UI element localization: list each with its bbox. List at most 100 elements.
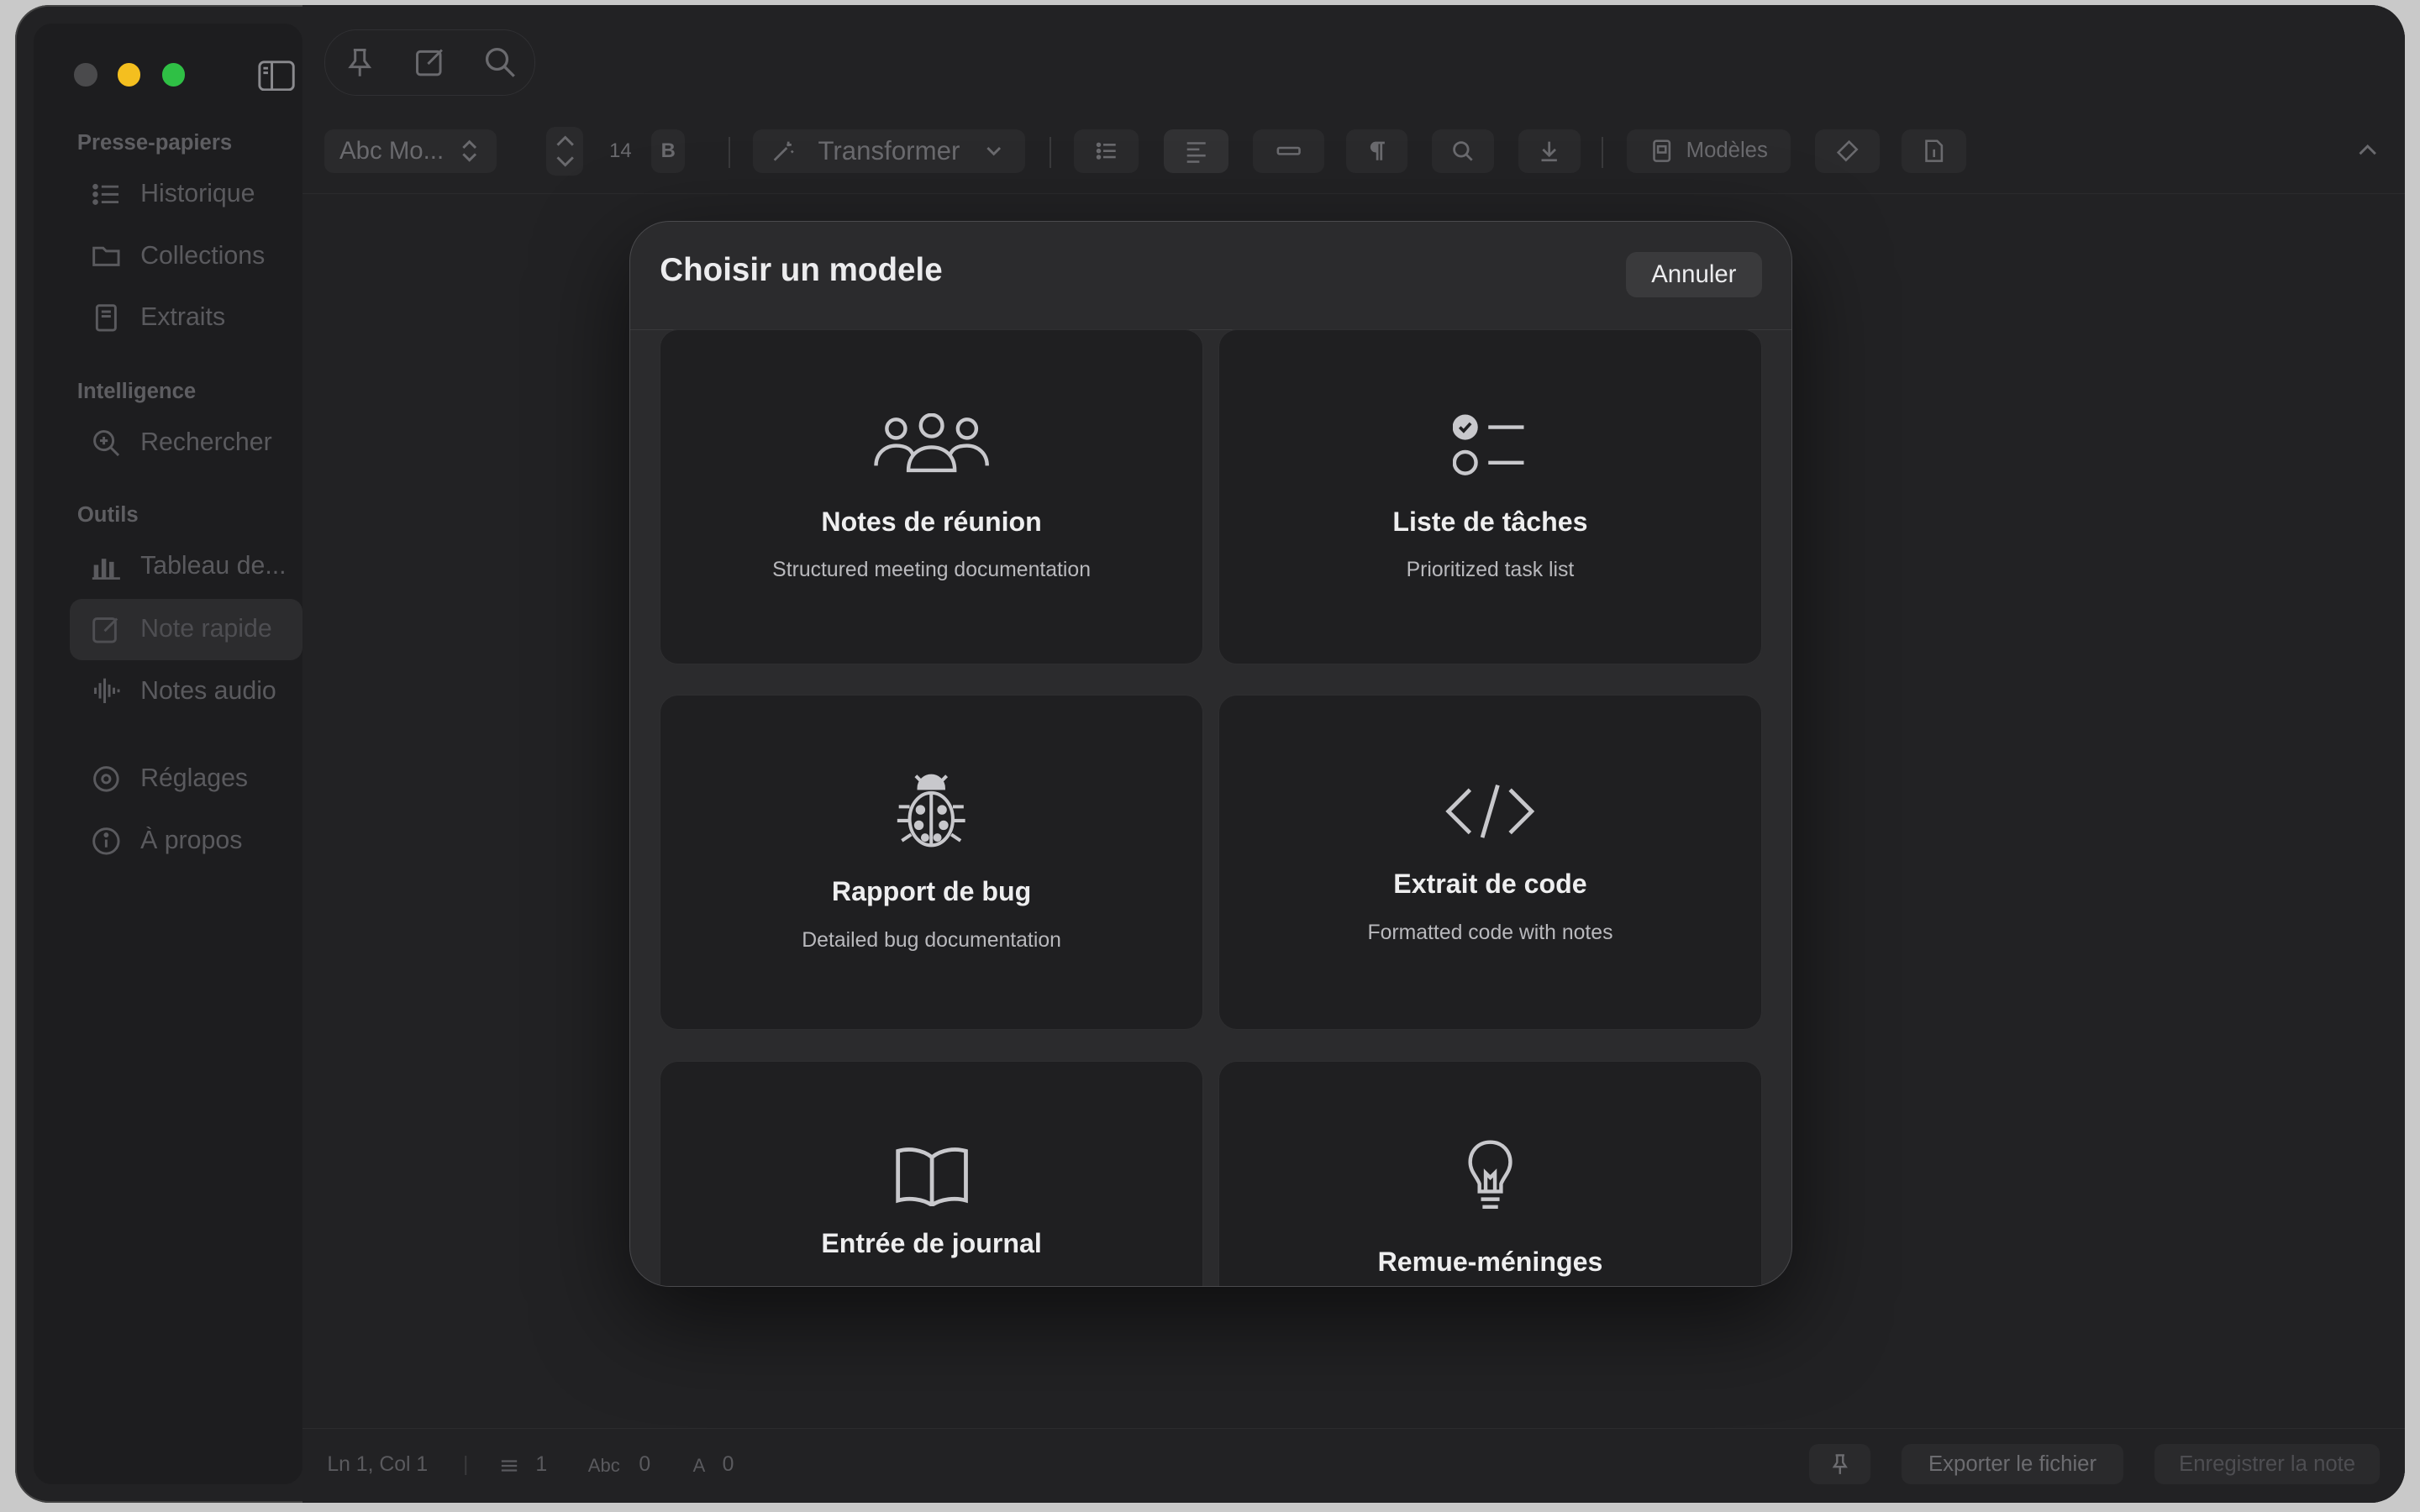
divider [1049,137,1051,169]
lines-icon [501,1460,518,1472]
status-bar: Ln 1, Col 1 | 1 Abc 0 A 0 Exporter le fi… [302,1427,2405,1503]
tag-icon [1836,140,1859,162]
document-icon [1924,139,1943,163]
horizontal-rule-icon [1276,146,1301,155]
sidebar-item-about[interactable]: À propos [70,810,302,871]
minimize-button[interactable] [117,63,141,87]
search-icon[interactable] [483,45,517,79]
pilcrow-icon [1370,141,1385,160]
section-intelligence: Intelligence [76,379,197,403]
dialog-header: Choisir un modele Annuler [630,222,1791,331]
people-icon [874,413,989,473]
edit-icon [92,617,118,643]
zoom-button[interactable] [161,63,186,87]
template-title: Extrait de code [1393,869,1587,900]
template-card-journal-entry[interactable]: Entrée de journal [660,1060,1203,1286]
stepper-icon [555,135,574,167]
template-title: Liste de tâches [1392,506,1588,537]
status-separator: | [463,1453,469,1477]
words-label: Abc [587,1454,620,1476]
list-format-button[interactable] [1074,129,1139,173]
transform-menu[interactable]: Transformer [753,129,1025,173]
book-icon [96,304,118,332]
chevron-down-icon [986,147,1002,156]
template-title: Remue-méninges [1377,1247,1603,1278]
list-icon [92,183,119,205]
template-description: Formatted code with notes [1367,921,1613,944]
sidebar-item-label: Extraits [140,303,226,332]
pin-note-button[interactable] [1808,1444,1871,1484]
save-note-button[interactable]: Enregistrer la note [2154,1444,2381,1484]
template-title: Entrée de journal [821,1228,1042,1259]
bold-button[interactable]: B [651,129,686,173]
app-window: Presse-papiers Historique Collections Ex… [15,4,2405,1503]
open-book-icon [895,1147,968,1207]
pin-icon[interactable] [343,45,376,79]
templates-button[interactable]: Modèles [1626,129,1791,173]
bullet-list-icon [1096,142,1116,160]
cursor-position: Ln 1, Col 1 [327,1453,429,1477]
magic-wand-icon [774,141,795,161]
font-select[interactable]: Abc Mo... [324,129,497,173]
template-card-brainstorm[interactable]: Remue-méninges [1218,1060,1762,1286]
sidebar-item-search[interactable]: Rechercher [70,412,302,473]
template-title: Rapport de bug [831,876,1032,907]
code-icon [1445,785,1535,839]
sidebar-item-history[interactable]: Historique [70,164,302,225]
template-title: Notes de réunion [821,506,1042,537]
template-picker-dialog: Choisir un modele Annuler Notes de réuni… [629,220,1792,1287]
template-card-meeting-notes[interactable]: Notes de réunion Structured meeting docu… [660,329,1203,664]
align-left-icon [1186,142,1206,164]
folder-icon [92,247,120,267]
divider [728,137,730,169]
cancel-button[interactable]: Annuler [1626,252,1762,297]
sidebar-item-dashboard[interactable]: Tableau de... [70,535,302,596]
ladybug-icon [897,774,965,848]
sidebar-item-quick-note[interactable]: Note rapide [69,598,302,661]
template-card-code-snippet[interactable]: Extrait de code Formatted code with note… [1218,695,1762,1031]
close-button[interactable] [74,63,97,87]
sidebar-item-label: Tableau de... [140,552,287,580]
find-button[interactable] [1432,129,1494,173]
format-toolbar: Abc Mo... 14 B Transformer Modèles [302,125,2405,194]
dialog-title: Choisir un modele [660,252,943,289]
font-select-label: Abc Mo... [339,136,445,165]
divider-insert-button[interactable] [1253,129,1324,173]
size-stepper[interactable] [546,126,584,176]
chevron-up-icon[interactable] [2355,137,2380,161]
tag-button[interactable] [1814,129,1881,173]
search-sparkle-icon [93,429,120,456]
sidebar-item-settings[interactable]: Réglages [70,748,302,810]
document-button[interactable] [1901,129,1966,173]
section-clipboard: Presse-papiers [76,131,233,155]
bar-chart-icon [92,558,121,580]
gear-icon [93,766,119,792]
template-grid: Notes de réunion Structured meeting docu… [660,329,1762,1286]
sidebar-item-label: Note rapide [140,615,272,643]
export-file-button[interactable]: Exporter le fichier [1901,1444,2124,1484]
waveform-icon [94,679,120,704]
sidebar-toggle-icon[interactable] [258,60,295,92]
chars-label: A [692,1454,706,1476]
checklist-icon [1453,414,1524,476]
paragraph-button[interactable] [1345,129,1408,173]
sidebar: Presse-papiers Historique Collections Ex… [34,23,302,1484]
template-card-bug-report[interactable]: Rapport de bug Detailed bug documentatio… [660,695,1203,1031]
sidebar-item-collections[interactable]: Collections [70,225,302,286]
sidebar-item-snippets[interactable]: Extraits [70,287,302,349]
sidebar-item-audio-notes[interactable]: Notes audio [70,660,302,722]
line-count: 1 [535,1453,548,1477]
templates-label: Modèles [1686,139,1768,163]
section-tools: Outils [76,502,139,527]
char-count: 0 [722,1453,734,1477]
align-button[interactable] [1163,129,1228,173]
compose-icon[interactable] [413,45,446,79]
lightbulb-icon [1468,1140,1512,1209]
template-description: Structured meeting documentation [772,559,1091,582]
magnifier-icon [1453,141,1474,161]
divider [1602,137,1604,169]
download-button[interactable] [1518,129,1581,173]
chevron-updown-icon [461,139,476,163]
template-description: Detailed bug documentation [802,929,1061,953]
template-card-task-list[interactable]: Liste de tâches Prioritized task list [1218,329,1762,664]
